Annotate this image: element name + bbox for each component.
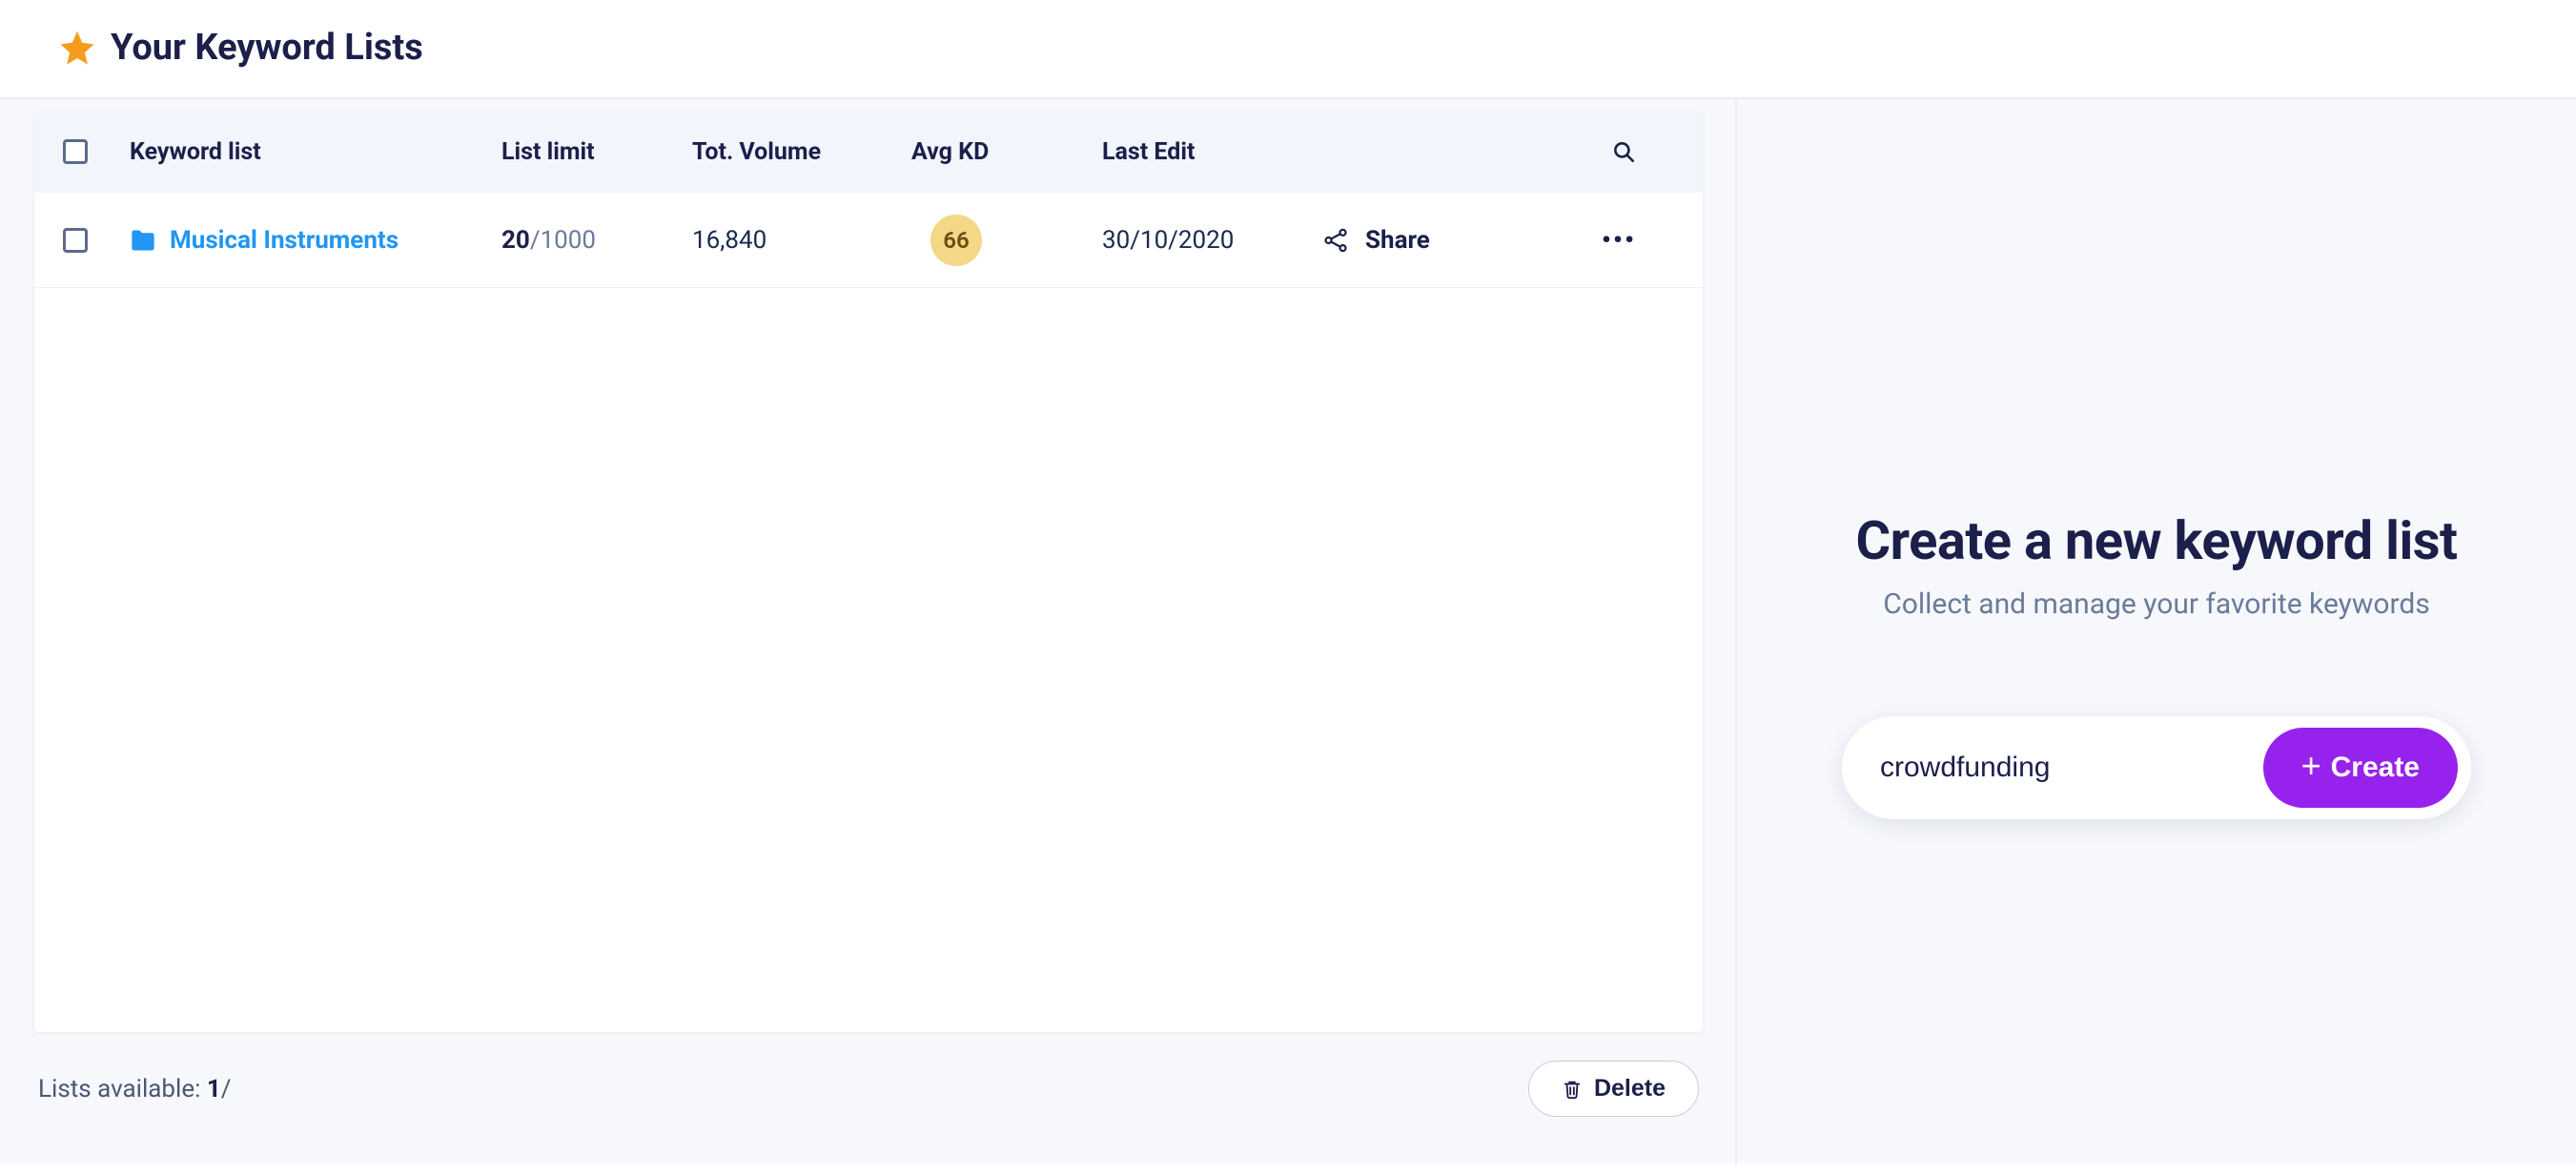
lists-available-prefix: Lists available:	[38, 1075, 207, 1103]
create-input-row: + Create	[1842, 716, 2471, 819]
table-empty-area	[34, 288, 1703, 1032]
limit-max: /1000	[530, 226, 596, 255]
lists-available-label: Lists available: 1/	[38, 1075, 232, 1103]
create-panel-subtitle: Collect and manage your favorite keyword…	[1883, 588, 2430, 621]
row-checkbox[interactable]	[63, 228, 88, 253]
col-header-tot-volume: Tot. Volume	[692, 138, 911, 166]
table-row: Musical Instruments 20/1000 16,840 66 30…	[34, 193, 1703, 288]
star-icon	[57, 28, 97, 68]
create-button-label: Create	[2331, 752, 2420, 784]
more-options-icon[interactable]: •••	[1602, 224, 1636, 256]
lists-available-suffix: /	[221, 1075, 232, 1103]
folder-icon	[130, 229, 156, 252]
cell-list-limit: 20/1000	[501, 226, 692, 255]
keyword-list-link[interactable]: Musical Instruments	[170, 226, 399, 255]
search-icon[interactable]	[1611, 139, 1636, 164]
page-header: Your Keyword Lists	[0, 0, 2576, 99]
col-header-list-limit: List limit	[501, 138, 692, 166]
col-header-last-edit: Last Edit	[1102, 138, 1321, 166]
create-panel-title: Create a new keyword list	[1856, 509, 2458, 572]
limit-current: 20	[501, 226, 530, 255]
kd-badge: 66	[930, 215, 982, 266]
col-header-keyword-list: Keyword list	[130, 138, 501, 166]
col-header-avg-kd: Avg KD	[911, 138, 1102, 166]
delete-button-label: Delete	[1594, 1075, 1666, 1103]
plus-icon: +	[2301, 749, 2321, 783]
cell-tot-volume: 16,840	[692, 226, 911, 255]
table-header-row: Keyword list List limit Tot. Volume Avg …	[34, 111, 1703, 193]
lists-available-count: 1	[207, 1075, 221, 1103]
create-button[interactable]: + Create	[2263, 728, 2458, 808]
left-panel-footer: Lists available: 1/ Delete	[34, 1032, 1703, 1117]
delete-button[interactable]: Delete	[1528, 1061, 1699, 1117]
share-button[interactable]: Share	[1365, 226, 1430, 255]
trash-icon	[1562, 1078, 1583, 1101]
page-title: Your Keyword Lists	[111, 27, 423, 69]
create-list-panel: Create a new keyword list Collect and ma…	[1735, 99, 2576, 1164]
new-list-name-input[interactable]	[1880, 752, 2263, 784]
keyword-lists-table: Keyword list List limit Tot. Volume Avg …	[34, 111, 1703, 1032]
cell-last-edit: 30/10/2020	[1102, 226, 1321, 255]
share-icon[interactable]	[1321, 226, 1350, 255]
select-all-checkbox[interactable]	[63, 139, 88, 164]
